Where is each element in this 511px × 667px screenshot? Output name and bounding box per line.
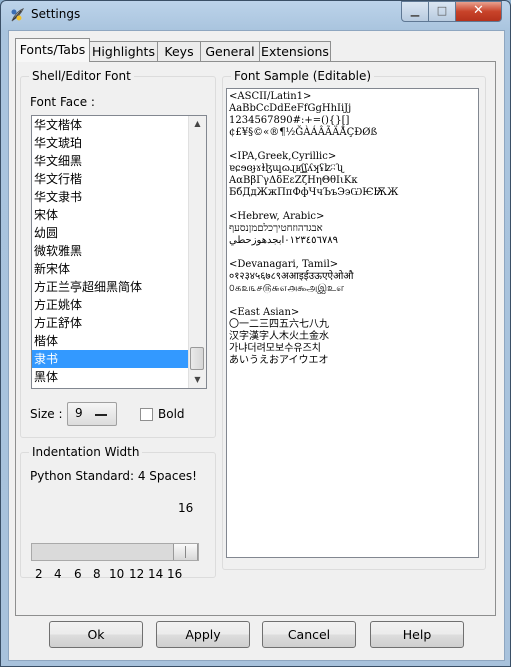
font-sample-line: AaBbCcDdEeFfGgHhIiJj <box>229 103 352 114</box>
font-list-scrollbar[interactable]: ▲ ▼ <box>188 116 206 388</box>
font-sample-line: 〇一二三四五六七八九 <box>229 319 329 330</box>
slider-tick: 14 <box>148 567 164 581</box>
font-size-value: 9 <box>75 406 83 420</box>
scroll-down-icon[interactable]: ▼ <box>189 372 206 388</box>
slider-tick: 16 <box>167 567 183 581</box>
font-list-item[interactable]: 方正舒体 <box>32 314 206 332</box>
ok-button[interactable]: Ok <box>49 621 143 648</box>
font-face-list[interactable]: 华文楷体 华文琥珀 华文细黑 华文行楷 华文隶书 宋体 幼圆 微软雅黑 新宋体 方正兰亭超细黑简体… <box>31 115 207 389</box>
cancel-button[interactable]: Cancel <box>262 621 356 648</box>
python-feather-icon <box>11 8 25 22</box>
font-sample-text[interactable]: <ASCII/Latin1> AaBbCcDdEeFfGgHhIiJj 123456… <box>226 88 479 558</box>
python-standard-text: Python Standard: 4 Spaces! <box>30 469 197 483</box>
scrollbar-thumb[interactable] <box>190 347 204 370</box>
font-list-item[interactable]: 华文楷体 <box>32 116 206 134</box>
fonts-tabs-panel: Shell/Editor Font Font Face : 华文楷体 华文琥珀 华文… <box>15 61 496 616</box>
shell-editor-font-group: Shell/Editor Font Font Face : 华文楷体 华文琥珀 华文… <box>20 69 216 438</box>
font-sample-line: ɐɕɘɞɟɤɫɮɰɷɻʁʃʆʎʞʢʫʭʯ <box>229 163 344 174</box>
font-list-item[interactable]: 宋体 <box>32 206 206 224</box>
indent-width-value: 16 <box>178 501 194 515</box>
font-sample-line: אבגדהוזחטיךכלםמןנסעף <box>229 223 323 234</box>
font-list-item[interactable]: 方正姚体 <box>32 296 206 314</box>
indentation-width-title: Indentation Width <box>29 445 143 459</box>
font-sample-line: ¢£¥§©«®¶½ĞÀÁÂÃÄÅÇÐØß <box>229 127 378 138</box>
menu-indicator-icon <box>95 414 107 416</box>
size-label: Size : <box>30 407 63 421</box>
tab-highlights[interactable]: Highlights <box>89 41 158 61</box>
font-sample-line: <IPA,Greek,Cyrillic> <box>229 151 337 162</box>
settings-window: Settings ▁ □ ✕ Fonts/Tabs Highlights Key… <box>0 0 511 667</box>
dialog-body: Fonts/Tabs Highlights Keys General Exten… <box>8 30 505 661</box>
slider-tick: 8 <box>93 567 101 581</box>
font-list-item[interactable]: 微软雅黑 <box>32 242 206 260</box>
font-list-item[interactable]: 方正兰亭超细黑简体 <box>32 278 206 296</box>
slider-tick: 4 <box>54 567 62 581</box>
font-sample-line: ௦௧௨௩௪௫௬௭௮௯அஇஉஎ <box>229 283 344 294</box>
font-sample-line: ٠١٢٣٤٥٦٧٨٩ابجدهوزحطي <box>229 235 338 246</box>
font-list-item[interactable]: 黑体 <box>32 368 206 386</box>
indent-width-slider[interactable] <box>31 543 199 561</box>
close-icon: ✕ <box>473 3 484 18</box>
font-list-item[interactable]: 华文细黑 <box>32 152 206 170</box>
font-sample-line: 1234567890#:+=(){}[] <box>229 115 350 126</box>
tab-extensions[interactable]: Extensions <box>259 41 331 61</box>
font-sample-line: <Hebrew, Arabic> <box>229 211 325 222</box>
slider-handle[interactable] <box>173 544 198 560</box>
font-list-item[interactable]: 华文隶书 <box>32 188 206 206</box>
font-list-items: 华文楷体 华文琥珀 华文细黑 华文行楷 华文隶书 宋体 幼圆 微软雅黑 新宋体 方正兰亭超细黑简体… <box>32 116 206 386</box>
slider-tick: 12 <box>129 567 145 581</box>
slider-tick: 6 <box>74 567 82 581</box>
font-list-item[interactable]: 楷体 <box>32 332 206 350</box>
font-list-item[interactable]: 华文琥珀 <box>32 134 206 152</box>
shell-editor-font-title: Shell/Editor Font <box>29 69 134 83</box>
font-sample-line: ΑαΒβΓγΔδΕεΖζΗηΘθΙιΚκ <box>229 175 358 186</box>
title-bar[interactable]: Settings ▁ □ ✕ <box>1 1 510 29</box>
font-sample-line: <Devanagari, Tamil> <box>229 259 339 270</box>
bold-checkbox[interactable] <box>140 408 153 421</box>
maximize-icon: □ <box>436 4 448 17</box>
font-sample-line: <ASCII/Latin1> <box>229 91 312 102</box>
font-sample-line: ०१२३४५६७८९अआइईउऊएऐओऔ <box>229 271 354 282</box>
slider-tick: 10 <box>109 567 125 581</box>
slider-tick: 2 <box>35 567 43 581</box>
font-list-item[interactable]: 隶书 <box>32 350 206 368</box>
font-sample-line: 가냐더려모보수유즈치 <box>229 343 321 354</box>
tab-fonts-tabs[interactable]: Fonts/Tabs <box>15 38 90 62</box>
font-list-item[interactable]: 华文行楷 <box>32 170 206 188</box>
font-size-menu[interactable]: 9 <box>67 402 117 426</box>
font-sample-line: БбДдЖжПпФфЧчЪъЭэѠѤѬЖ <box>229 187 399 198</box>
indentation-width-group: Indentation Width Python Standard: 4 Spa… <box>20 445 216 581</box>
font-sample-line: <East Asian> <box>229 307 300 318</box>
font-sample-group: Font Sample (Editable) <ASCII/Latin1> AaB… <box>222 69 486 570</box>
font-sample-title: Font Sample (Editable) <box>231 69 375 83</box>
minimize-icon: ▁ <box>410 4 420 17</box>
font-sample-line: 汉字漢字人木火土金水 <box>229 331 329 342</box>
window-title: Settings <box>31 7 81 21</box>
maximize-button[interactable]: □ <box>428 1 456 22</box>
close-button[interactable]: ✕ <box>455 1 502 22</box>
tab-general[interactable]: General <box>200 41 260 61</box>
font-list-item[interactable]: 幼圆 <box>32 224 206 242</box>
help-button[interactable]: Help <box>370 621 464 648</box>
bold-label: Bold <box>158 407 185 421</box>
apply-button[interactable]: Apply <box>156 621 250 648</box>
font-list-item[interactable]: 新宋体 <box>32 260 206 278</box>
font-sample-line: あいうえおアイウエオ <box>229 355 329 366</box>
font-face-label: Font Face : <box>30 95 95 109</box>
minimize-button[interactable]: ▁ <box>401 1 429 22</box>
tab-keys[interactable]: Keys <box>157 41 201 61</box>
scroll-up-icon[interactable]: ▲ <box>189 116 206 132</box>
